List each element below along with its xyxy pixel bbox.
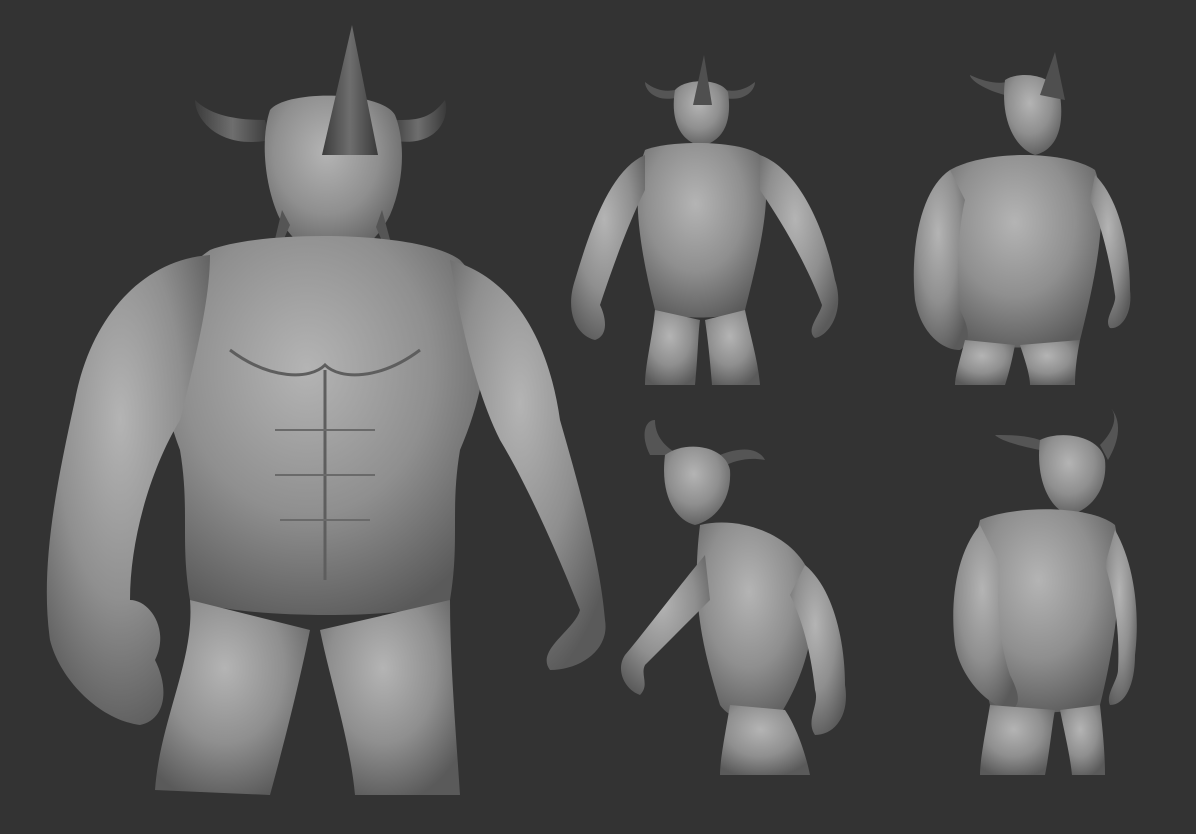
left-horn — [645, 82, 675, 99]
torso — [696, 522, 814, 721]
left-horn — [195, 100, 270, 142]
right-leg — [705, 310, 760, 385]
head — [1039, 435, 1106, 515]
left-horn — [970, 75, 1007, 95]
left-leg — [980, 705, 1055, 775]
right-arm — [760, 155, 839, 338]
torso — [637, 143, 767, 318]
legs — [720, 705, 810, 775]
demon-sculpt-front-small — [560, 50, 850, 390]
demon-side-left-figure — [620, 420, 846, 775]
demon-sculpt-front-large — [20, 20, 620, 820]
demon-front-small-figure — [571, 55, 839, 385]
sculpt-turnaround-sheet — [0, 0, 1196, 834]
demon-sculpt-three-quarter — [905, 50, 1140, 390]
left-leg — [645, 310, 700, 385]
right-horn — [725, 82, 755, 99]
torso — [943, 155, 1102, 348]
center-horn — [693, 55, 712, 105]
left-leg — [155, 600, 310, 795]
demon-three-quarter-figure — [913, 52, 1131, 385]
top-horn — [644, 420, 680, 455]
demon-front-large-figure — [46, 25, 606, 795]
right-leg — [1020, 340, 1080, 385]
right-leg — [1060, 705, 1105, 775]
top-horn — [1100, 407, 1119, 460]
right-leg — [320, 600, 460, 795]
left-arm — [620, 555, 710, 695]
left-leg — [955, 340, 1015, 385]
left-horn — [995, 435, 1040, 450]
head — [664, 446, 731, 525]
left-arm — [571, 155, 645, 340]
center-horn — [322, 25, 378, 155]
center-horn — [1040, 52, 1065, 100]
demon-side-right-figure — [953, 407, 1137, 775]
demon-sculpt-side-right — [940, 405, 1145, 780]
demon-sculpt-side-left — [610, 415, 860, 780]
torso — [160, 236, 487, 616]
